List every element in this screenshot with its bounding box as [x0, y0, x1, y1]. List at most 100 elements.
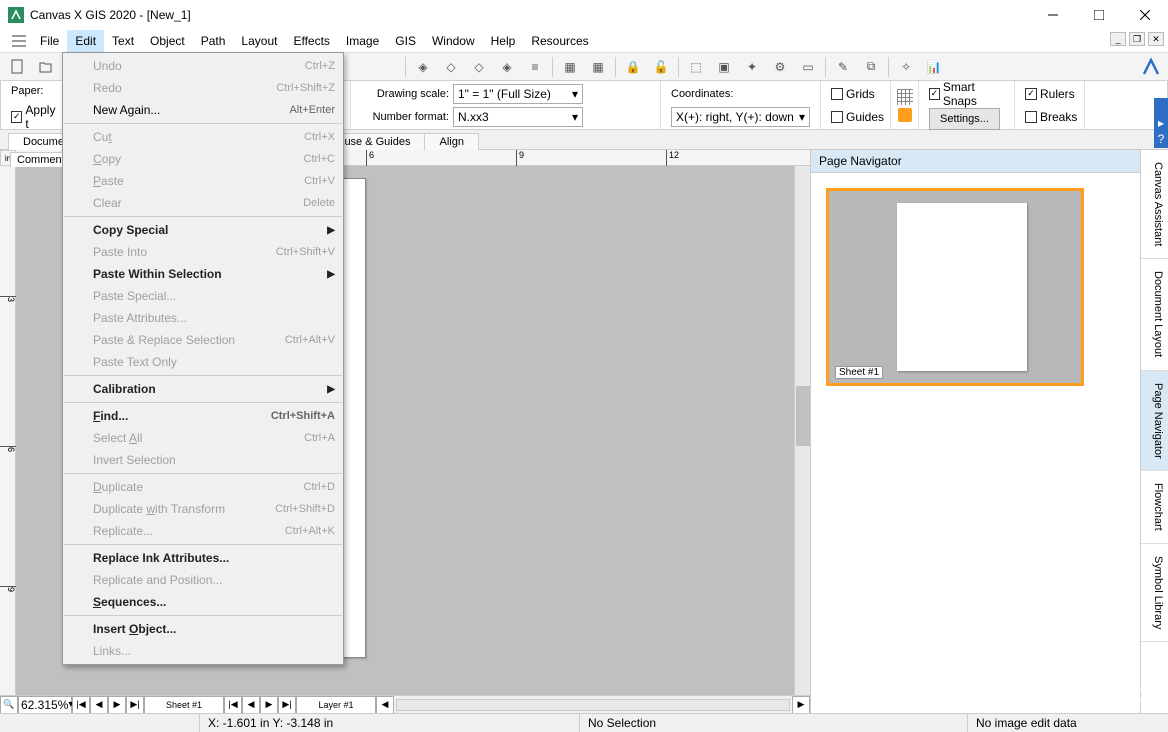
tool-a-button[interactable]: ⬚	[685, 56, 707, 78]
menu-gis[interactable]: GIS	[387, 30, 424, 52]
menu-item-redo[interactable]: RedoCtrl+Shift+Z	[63, 77, 343, 99]
menu-item-copy-special[interactable]: Copy Special▶	[63, 219, 343, 241]
mdi-close-button[interactable]: ✕	[1148, 32, 1164, 46]
number-format-combo[interactable]: N.xx3▾	[453, 107, 583, 127]
menu-item-paste-into[interactable]: Paste IntoCtrl+Shift+V	[63, 241, 343, 263]
crop-button[interactable]: ⧉	[860, 56, 882, 78]
menu-edit[interactable]: Edit	[67, 30, 104, 52]
scroll-right-button[interactable]: ▶	[792, 696, 810, 714]
menu-item-sequences-[interactable]: Sequences...	[63, 591, 343, 613]
zoom-combo[interactable]: 62.315%▾	[18, 696, 72, 714]
breaks-checkbox[interactable]: Breaks	[1025, 110, 1077, 124]
stack-button[interactable]: ≡	[524, 56, 546, 78]
help-flyout-button[interactable]: ▸	[1154, 98, 1168, 148]
tool-d-button[interactable]: ⚙	[769, 56, 791, 78]
layer-backward-button[interactable]: ◇	[468, 56, 490, 78]
edit-button[interactable]: ✎	[832, 56, 854, 78]
layer-first-button[interactable]: |◀	[224, 696, 242, 714]
side-tab-page-navigator[interactable]: Page Navigator	[1141, 371, 1168, 472]
drawing-scale-combo[interactable]: 1" = 1" (Full Size)▾	[453, 84, 583, 104]
menu-item-insert-object-[interactable]: Insert Object...	[63, 618, 343, 640]
menu-item-paste-text-only[interactable]: Paste Text Only	[63, 351, 343, 373]
mdi-restore-button[interactable]: ❐	[1129, 32, 1145, 46]
menu-item-copy[interactable]: CopyCtrl+C	[63, 148, 343, 170]
menu-item-replace-ink-attributes-[interactable]: Replace Ink Attributes...	[63, 547, 343, 569]
minimize-button[interactable]	[1030, 0, 1076, 30]
snap-icon[interactable]	[898, 108, 912, 122]
lock-button[interactable]: 🔒	[622, 56, 644, 78]
menu-item-replicate-and-position-[interactable]: Replicate and Position...	[63, 569, 343, 591]
menu-effects[interactable]: Effects	[285, 30, 337, 52]
menu-item-find-[interactable]: Find...Ctrl+Shift+A	[63, 405, 343, 427]
side-tab-document-layout[interactable]: Document Layout	[1141, 259, 1168, 370]
side-tab-canvas-assistant[interactable]: Canvas Assistant	[1141, 150, 1168, 259]
tool-c-button[interactable]: ✦	[741, 56, 763, 78]
zoom-tool-button[interactable]: 🔍	[0, 696, 18, 714]
rulers-checkbox[interactable]: ✓Rulers	[1025, 87, 1075, 101]
tab-align[interactable]: Align	[424, 133, 478, 150]
side-tab-flowchart[interactable]: Flowchart	[1141, 471, 1168, 544]
layer-back-button[interactable]: ◈	[496, 56, 518, 78]
menu-item-paste-special-[interactable]: Paste Special...	[63, 285, 343, 307]
side-tab-symbol-library[interactable]: Symbol Library	[1141, 544, 1168, 642]
maximize-button[interactable]	[1076, 0, 1122, 30]
menu-item-replicate-[interactable]: Replicate...Ctrl+Alt+K	[63, 520, 343, 542]
menu-item-duplicate-with-transform[interactable]: Duplicate with TransformCtrl+Shift+D	[63, 498, 343, 520]
tool-b-button[interactable]: ▣	[713, 56, 735, 78]
menu-resources[interactable]: Resources	[523, 30, 596, 52]
menu-item-clear[interactable]: ClearDelete	[63, 192, 343, 214]
new-button[interactable]	[6, 56, 28, 78]
menu-item-paste-replace-selection[interactable]: Paste & Replace SelectionCtrl+Alt+V	[63, 329, 343, 351]
menu-item-duplicate[interactable]: DuplicateCtrl+D	[63, 476, 343, 498]
guides-checkbox[interactable]: Guides	[831, 110, 884, 124]
smart-snaps-checkbox[interactable]: ✓Smart Snaps	[929, 80, 1004, 108]
layer-label[interactable]: Layer #1	[296, 696, 376, 714]
nav-first-button[interactable]: |◀	[72, 696, 90, 714]
menu-file[interactable]: File	[32, 30, 67, 52]
layer-last-button[interactable]: ▶|	[278, 696, 296, 714]
menu-path[interactable]: Path	[193, 30, 234, 52]
menu-item-links-[interactable]: Links...	[63, 640, 343, 662]
magic-button[interactable]: ✧	[895, 56, 917, 78]
menu-object[interactable]: Object	[142, 30, 193, 52]
grids-checkbox[interactable]: Grids	[831, 87, 875, 101]
horizontal-scrollbar[interactable]	[396, 699, 790, 711]
page-thumbnail[interactable]: Sheet #1	[826, 188, 1084, 386]
vertical-scrollbar[interactable]	[794, 166, 810, 695]
menu-window[interactable]: Window	[424, 30, 483, 52]
menu-item-paste-attributes-[interactable]: Paste Attributes...	[63, 307, 343, 329]
menu-text[interactable]: Text	[104, 30, 142, 52]
align-1-button[interactable]: ▦	[559, 56, 581, 78]
menu-item-cut[interactable]: CutCtrl+X	[63, 126, 343, 148]
apply-checkbox[interactable]: ✓Apply t	[11, 103, 60, 131]
close-button[interactable]	[1122, 0, 1168, 30]
tool-e-button[interactable]: ▭	[797, 56, 819, 78]
ruler-vertical[interactable]: 3 6 9	[0, 166, 16, 695]
menu-item-paste[interactable]: PasteCtrl+V	[63, 170, 343, 192]
mdi-minimize-button[interactable]: _	[1110, 32, 1126, 46]
open-button[interactable]	[34, 56, 56, 78]
layer-front-button[interactable]: ◈	[412, 56, 434, 78]
chart-button[interactable]: 📊	[923, 56, 945, 78]
layer-next-button[interactable]: ▶	[260, 696, 278, 714]
nav-prev-button[interactable]: ◀	[90, 696, 108, 714]
menu-item-undo[interactable]: UndoCtrl+Z	[63, 55, 343, 77]
menu-item-invert-selection[interactable]: Invert Selection	[63, 449, 343, 471]
scroll-left-button[interactable]: ◀	[376, 696, 394, 714]
nav-last-button[interactable]: ▶|	[126, 696, 144, 714]
unlock-button[interactable]: 🔓	[650, 56, 672, 78]
menu-item-select-all[interactable]: Select AllCtrl+A	[63, 427, 343, 449]
layer-forward-button[interactable]: ◇	[440, 56, 462, 78]
settings-button[interactable]: Settings...	[929, 108, 1000, 130]
grid-icon[interactable]	[897, 89, 913, 105]
menu-layout[interactable]: Layout	[233, 30, 285, 52]
layer-prev-button[interactable]: ◀	[242, 696, 260, 714]
sheet-label[interactable]: Sheet #1	[144, 696, 224, 714]
menu-item-new-again-[interactable]: New Again...Alt+Enter	[63, 99, 343, 121]
menu-item-calibration[interactable]: Calibration▶	[63, 378, 343, 400]
hamburger-icon[interactable]	[12, 35, 26, 47]
align-2-button[interactable]: ▦	[587, 56, 609, 78]
menu-help[interactable]: Help	[483, 30, 524, 52]
menu-image[interactable]: Image	[338, 30, 387, 52]
nav-next-button[interactable]: ▶	[108, 696, 126, 714]
